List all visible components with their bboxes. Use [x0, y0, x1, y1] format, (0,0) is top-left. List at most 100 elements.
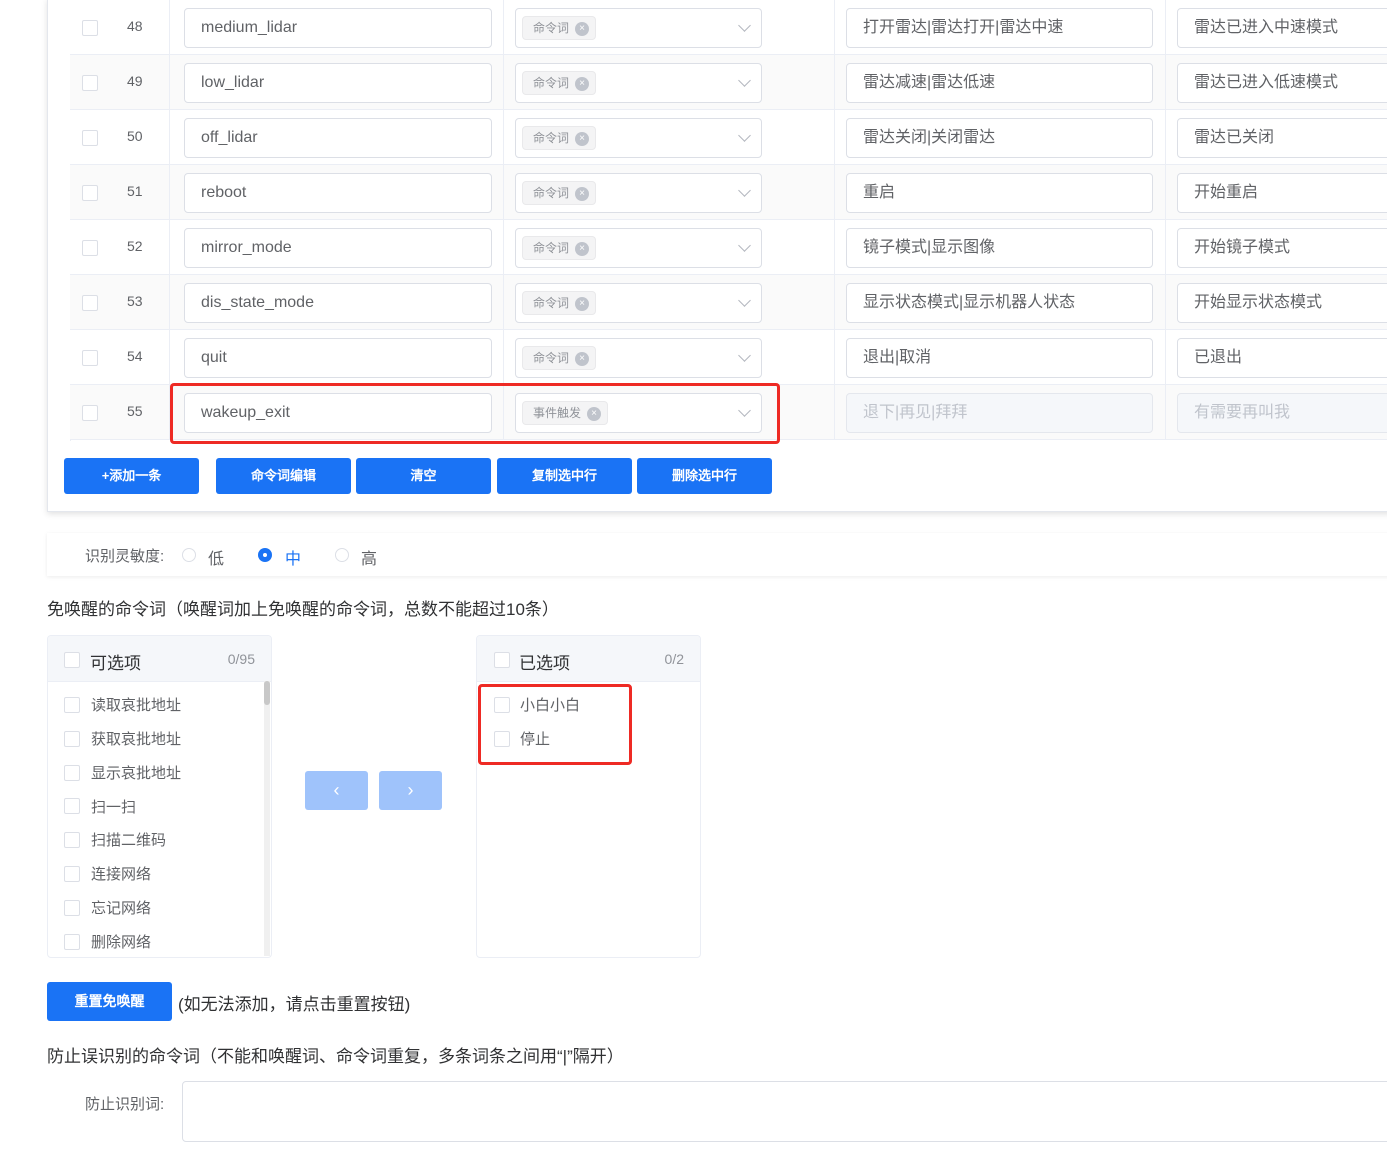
- misrecog-textarea[interactable]: [182, 1081, 1387, 1142]
- close-icon[interactable]: ×: [575, 21, 590, 36]
- copy-selected-button[interactable]: 复制选中行: [497, 458, 632, 494]
- type-tag: 命令词 ×: [522, 181, 597, 205]
- chevron-down-icon: [738, 184, 751, 197]
- close-icon[interactable]: ×: [575, 186, 590, 201]
- type-select[interactable]: 命令词 ×: [515, 173, 762, 213]
- move-right-button[interactable]: ›: [379, 771, 442, 810]
- reply-input[interactable]: 开始显示状态模式: [1177, 283, 1387, 323]
- available-item[interactable]: 删除网络: [91, 931, 151, 952]
- available-select-all-checkbox[interactable]: [64, 652, 80, 668]
- key-input[interactable]: mirror_mode: [184, 228, 492, 268]
- available-scrollbar[interactable]: [264, 681, 270, 956]
- row-index: 48: [127, 18, 143, 34]
- radio-high[interactable]: [335, 548, 349, 562]
- type-select[interactable]: 命令词 ×: [515, 338, 762, 378]
- reply-input[interactable]: 雷达已进入中速模式: [1177, 8, 1387, 48]
- close-icon[interactable]: ×: [575, 241, 590, 256]
- radio-medium[interactable]: [258, 548, 272, 562]
- row-checkbox[interactable]: [82, 240, 98, 256]
- reply-input-disabled: 有需要再叫我: [1177, 393, 1387, 433]
- type-select[interactable]: 命令词 ×: [515, 63, 762, 103]
- move-left-button[interactable]: ‹: [305, 771, 368, 810]
- clear-button[interactable]: 清空: [356, 458, 491, 494]
- available-item[interactable]: 扫描二维码: [91, 829, 166, 850]
- key-input[interactable]: low_lidar: [184, 63, 492, 103]
- scroll-thumb[interactable]: [264, 681, 270, 705]
- row-index: 55: [127, 403, 143, 419]
- row-checkbox[interactable]: [82, 20, 98, 36]
- reply-input[interactable]: 开始镜子模式: [1177, 228, 1387, 268]
- phrases-input[interactable]: 镜子模式|显示图像: [846, 228, 1153, 268]
- row-index: 49: [127, 73, 143, 89]
- add-row-button[interactable]: +添加一条: [64, 458, 199, 494]
- reply-input[interactable]: 开始重启: [1177, 173, 1387, 213]
- close-icon[interactable]: ×: [575, 351, 590, 366]
- delete-selected-button[interactable]: 删除选中行: [637, 458, 772, 494]
- row-checkbox[interactable]: [82, 405, 98, 421]
- phrases-input-disabled: 退下|再见|拜拜: [846, 393, 1153, 433]
- red-highlight-box: [170, 383, 780, 444]
- row-checkbox[interactable]: [82, 350, 98, 366]
- row-checkbox[interactable]: [82, 185, 98, 201]
- available-item-checkbox[interactable]: [64, 765, 80, 781]
- row-checkbox[interactable]: [82, 130, 98, 146]
- available-item[interactable]: 显示哀批地址: [91, 762, 181, 783]
- key-input[interactable]: medium_lidar: [184, 8, 492, 48]
- type-tag: 命令词 ×: [522, 71, 597, 95]
- phrases-input[interactable]: 雷达减速|雷达低速: [846, 63, 1153, 103]
- available-count: 0/95: [227, 651, 255, 667]
- selected-select-all-checkbox[interactable]: [494, 652, 510, 668]
- available-item-checkbox[interactable]: [64, 866, 80, 882]
- key-input[interactable]: dis_state_mode: [184, 283, 492, 323]
- reply-input[interactable]: 已退出: [1177, 338, 1387, 378]
- key-input[interactable]: reboot: [184, 173, 492, 213]
- phrases-input[interactable]: 显示状态模式|显示机器人状态: [846, 283, 1153, 323]
- radio-low-label[interactable]: 低: [208, 545, 224, 569]
- chevron-down-icon: [738, 294, 751, 307]
- radio-low[interactable]: [182, 548, 196, 562]
- type-tag: 命令词 ×: [522, 291, 597, 315]
- radio-high-label[interactable]: 高: [361, 545, 377, 569]
- table-row: 49 low_lidar 命令词 × 雷达减速|雷达低速 雷达已进入低速模式: [70, 55, 1387, 110]
- type-select[interactable]: 命令词 ×: [515, 228, 762, 268]
- available-item-checkbox[interactable]: [64, 798, 80, 814]
- table-row: 51 reboot 命令词 × 重启 开始重启: [70, 165, 1387, 220]
- reply-input[interactable]: 雷达已关闭: [1177, 118, 1387, 158]
- radio-medium-label[interactable]: 中: [285, 545, 301, 569]
- available-item-checkbox[interactable]: [64, 697, 80, 713]
- close-icon[interactable]: ×: [575, 76, 590, 91]
- edit-commands-button[interactable]: 命令词编辑: [216, 458, 351, 494]
- chevron-down-icon: [738, 349, 751, 362]
- type-select[interactable]: 命令词 ×: [515, 118, 762, 158]
- phrases-input[interactable]: 退出|取消: [846, 338, 1153, 378]
- available-item-checkbox[interactable]: [64, 900, 80, 916]
- available-item[interactable]: 获取哀批地址: [91, 728, 181, 749]
- row-checkbox[interactable]: [82, 295, 98, 311]
- available-item-checkbox[interactable]: [64, 832, 80, 848]
- type-tag: 命令词 ×: [522, 126, 597, 150]
- available-item-checkbox[interactable]: [64, 731, 80, 747]
- misrecog-label: 防止识别词:: [85, 1096, 165, 1113]
- phrases-input[interactable]: 打开雷达|雷达打开|雷达中速: [846, 8, 1153, 48]
- phrases-input[interactable]: 重启: [846, 173, 1153, 213]
- key-input[interactable]: off_lidar: [184, 118, 492, 158]
- reset-wakefree-button[interactable]: 重置免唤醒: [47, 982, 172, 1021]
- close-icon[interactable]: ×: [575, 296, 590, 311]
- available-item[interactable]: 连接网络: [91, 863, 151, 884]
- available-item[interactable]: 读取哀批地址: [91, 694, 181, 715]
- type-select[interactable]: 命令词 ×: [515, 8, 762, 48]
- chevron-down-icon: [738, 129, 751, 142]
- close-icon[interactable]: ×: [575, 131, 590, 146]
- available-item[interactable]: 扫一扫: [91, 796, 136, 817]
- key-input[interactable]: quit: [184, 338, 492, 378]
- reply-input[interactable]: 雷达已进入低速模式: [1177, 63, 1387, 103]
- row-checkbox[interactable]: [82, 75, 98, 91]
- chevron-down-icon: [738, 239, 751, 252]
- available-item-checkbox[interactable]: [64, 934, 80, 950]
- chevron-down-icon: [738, 74, 751, 87]
- phrases-input[interactable]: 雷达关闭|关闭雷达: [846, 118, 1153, 158]
- available-item[interactable]: 忘记网络: [91, 897, 151, 918]
- type-select[interactable]: 命令词 ×: [515, 283, 762, 323]
- type-tag: 命令词 ×: [522, 236, 597, 260]
- type-tag: 命令词 ×: [522, 16, 597, 40]
